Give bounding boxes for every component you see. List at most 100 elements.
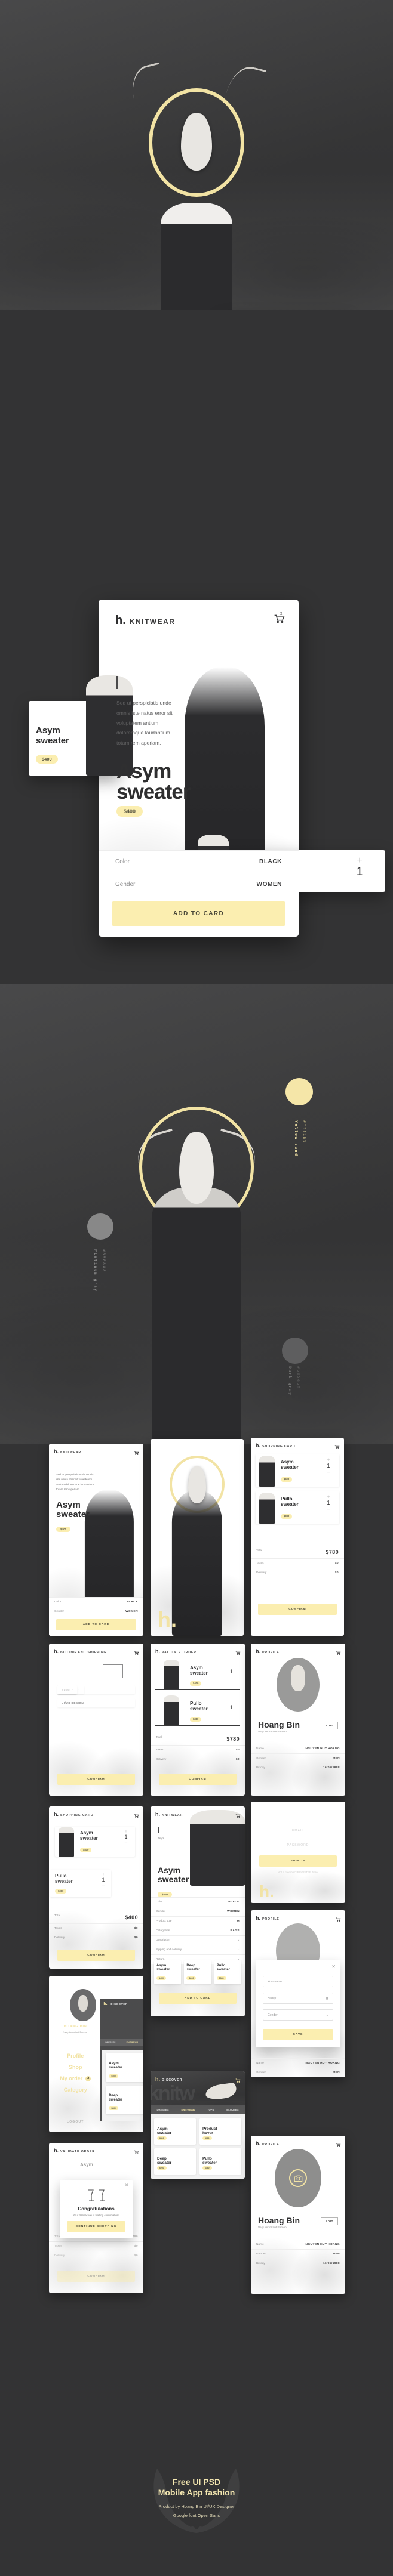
grid-screen-profile-edit[interactable]: h. PROFILE ✕ Your name Birday ▦ Gender ⌄ SA…: [251, 1910, 345, 2077]
grid-screen-login[interactable]: EMAIL PASSWORD SIGN IN Not a member? REG…: [251, 1802, 345, 1903]
sign-in-button[interactable]: SIGN IN: [259, 1855, 337, 1867]
add-to-cart-button[interactable]: ADD TO CARD: [112, 901, 285, 926]
app-header: h. PROFILE: [256, 1915, 280, 1921]
app-header: h. SHOPPING CARD: [256, 1443, 296, 1448]
accordion-shipping[interactable]: Sipping and delivery ⌄: [151, 1945, 245, 1954]
product-card[interactable]: Pullo sweater $380: [199, 2148, 241, 2175]
avatar[interactable]: [275, 2149, 321, 2207]
add-to-cart-button[interactable]: ADD TO CARD: [159, 1993, 237, 2004]
cart-icon[interactable]: 2: [272, 611, 285, 625]
cart-icon[interactable]: [133, 2147, 139, 2154]
increase-quantity-button[interactable]: +: [351, 856, 369, 866]
increase-quantity-button[interactable]: +: [324, 1494, 333, 1500]
password-field[interactable]: PASSWORD: [259, 1840, 337, 1851]
confirm-button[interactable]: CONFIRM: [57, 2271, 135, 2282]
tab-blouses[interactable]: BLOUSES: [226, 2108, 238, 2111]
register-link[interactable]: Not a member? REGISTER here.: [251, 1871, 345, 1874]
tab-knitwear[interactable]: KNITWEAR: [181, 2108, 195, 2111]
product-price: $400: [281, 1472, 293, 1483]
cart-icon[interactable]: [133, 1648, 139, 1655]
grid-screen-congratulations[interactable]: h. VALIDATE ORDER Asym Total $780 Taxes $0 …: [49, 2143, 143, 2293]
confirm-button[interactable]: CONFIRM: [57, 1774, 135, 1785]
field-birthday[interactable]: Birday ▦: [263, 1993, 333, 2004]
close-icon[interactable]: ✕: [331, 1964, 336, 1969]
increase-quantity-button[interactable]: +: [324, 1457, 333, 1463]
grid-screen-knitwear[interactable]: h. KNITWEAR Sed ut perspiciatis unde omn…: [49, 1444, 143, 1636]
tab-dresses[interactable]: DRESSES: [156, 2108, 168, 2111]
cart-item-row[interactable]: Pullo sweater $380 + 1 –: [256, 1491, 339, 1524]
floating-product-card[interactable]: Asym sweater $400: [29, 675, 133, 776]
cart-item-row[interactable]: Pullo sweater $380 + 1 –: [50, 1870, 111, 1897]
grid-screen-product-detail[interactable]: h. KNITWEAR Asym Asym sweater $400 Color BL…: [151, 1806, 245, 2016]
grid-screen-menu[interactable]: HOANG BIN Very Important Person Profile …: [49, 1976, 143, 2132]
quantity-stepper[interactable]: + 1 –: [99, 1872, 108, 1888]
confirm-button[interactable]: CONFIRM: [57, 1950, 135, 1961]
related-product-card[interactable]: Pullo sweater $380: [214, 1960, 241, 1984]
product-card[interactable]: Deep sweater $260: [106, 2086, 143, 2114]
cart-icon[interactable]: [133, 1448, 139, 1455]
field-gender[interactable]: Gender ⌄: [263, 2009, 333, 2021]
grid-screen-shopping-card[interactable]: h. SHOPPING CARD Asym sweater $400 + 1 – P…: [251, 1438, 344, 1636]
add-to-cart-button[interactable]: ADD TO CARD: [56, 1619, 136, 1630]
field-company-type[interactable]: UI/UX DESIGN: [57, 1698, 135, 1707]
product-card[interactable]: Asym sweater $400: [154, 2118, 196, 2145]
grid-screen-profile[interactable]: h. PROFILE Hoang Bin Very Important Perso…: [251, 1644, 345, 1796]
grid-screen-validate-order[interactable]: h. VALIDATE ORDER Asym sweater $400 1 Pull…: [151, 1644, 245, 1796]
related-product-card[interactable]: Asym sweater $400: [154, 1960, 182, 1984]
cart-icon[interactable]: [335, 1648, 341, 1655]
logout-button[interactable]: LOGOUT: [49, 2120, 102, 2124]
tab-knitwear[interactable]: KNITWEAR: [127, 2041, 138, 2044]
grid-screen-discover-2[interactable]: knitw h. DISCOVER DRESSES KNITWEAR TOPS B…: [151, 2071, 245, 2179]
confirm-button[interactable]: CONFIRM: [258, 1604, 337, 1615]
decrease-quantity-button[interactable]: –: [324, 1506, 333, 1512]
avatar[interactable]: [69, 1989, 96, 2021]
increase-quantity-button[interactable]: +: [122, 1829, 130, 1834]
email-field[interactable]: EMAIL: [259, 1826, 337, 1836]
confirm-button[interactable]: CONFIRM: [159, 1774, 237, 1785]
grid-screen-billing[interactable]: h.BILLING AND SHIPPING HOANG BIN UI/UX D…: [49, 1644, 143, 1796]
tab-tops[interactable]: TOPS: [207, 2108, 214, 2111]
tablet-screen-product-detail[interactable]: h. KNITWEAR 2 Sed ut perspiciatis unde o…: [99, 600, 299, 937]
decrease-quantity-button[interactable]: –: [122, 1840, 130, 1845]
continue-shopping-button[interactable]: CONTINUE SHOPPING: [67, 2221, 125, 2232]
cart-icon[interactable]: [335, 1914, 341, 1922]
tab-dresses[interactable]: DRESSES: [105, 2041, 115, 2044]
profile-name: Hoang Bin: [258, 1720, 300, 1729]
cart-icon[interactable]: [235, 1648, 241, 1655]
quantity-stepper[interactable]: + 1 –: [324, 1494, 333, 1512]
product-card[interactable]: Asym sweater $400: [106, 2053, 143, 2082]
edit-profile-button[interactable]: EDIT: [321, 2217, 338, 2225]
grid-screen-shopping-card-single[interactable]: h. SHOPPING CARD Asym sweater $400 + 1 – P…: [49, 1806, 143, 1969]
edit-profile-button[interactable]: EDIT: [321, 1722, 338, 1729]
decrease-quantity-button[interactable]: –: [324, 1469, 333, 1475]
field-street[interactable]: Street *: [57, 1685, 78, 1694]
peek-discover-screen[interactable]: h. DISCOVER DRESSES KNITWEAR Asym sweater…: [100, 1999, 143, 2121]
grid-screen-profile-photo[interactable]: h. PROFILE Hoang Bin Very Important Perso…: [251, 2136, 345, 2294]
menu-item-profile[interactable]: Profile: [49, 2053, 102, 2059]
menu-item-category[interactable]: Category: [49, 2087, 102, 2093]
cart-icon[interactable]: [235, 2075, 241, 2083]
field-your-name[interactable]: Your name: [263, 1976, 333, 1987]
quantity-stepper[interactable]: + 1 –: [324, 1457, 333, 1475]
decrease-quantity-button[interactable]: –: [99, 1883, 108, 1888]
menu-item-shop[interactable]: Shop: [49, 2064, 102, 2070]
cart-item-row[interactable]: Asym sweater $400 + 1 –: [55, 1827, 135, 1857]
save-button[interactable]: SAVE: [263, 2029, 333, 2040]
product-card[interactable]: Product hover $380: [199, 2118, 241, 2145]
cart-item-row[interactable]: Asym sweater $400 + 1 –: [256, 1454, 339, 1487]
increase-quantity-button[interactable]: +: [99, 1872, 108, 1877]
avatar[interactable]: [277, 1658, 320, 1712]
camera-icon[interactable]: [289, 2169, 307, 2187]
product-card[interactable]: Deep sweater $260: [154, 2148, 196, 2175]
accordion-description[interactable]: Description ⌄: [151, 1935, 245, 1945]
grid-screen-splash[interactable]: h.: [151, 1439, 244, 1636]
related-product-card[interactable]: Deep sweater $260: [184, 1960, 211, 1984]
quantity-stepper[interactable]: + 1: [351, 856, 369, 879]
cart-icon[interactable]: [334, 1442, 340, 1449]
close-icon[interactable]: ✕: [125, 2183, 128, 2188]
quantity-stepper[interactable]: + 1 –: [122, 1829, 130, 1845]
menu-item-my-order[interactable]: My order 2: [49, 2075, 102, 2082]
cart-icon[interactable]: [335, 2140, 341, 2147]
cart-icon[interactable]: [235, 1811, 241, 1818]
cart-icon[interactable]: [133, 1811, 139, 1818]
